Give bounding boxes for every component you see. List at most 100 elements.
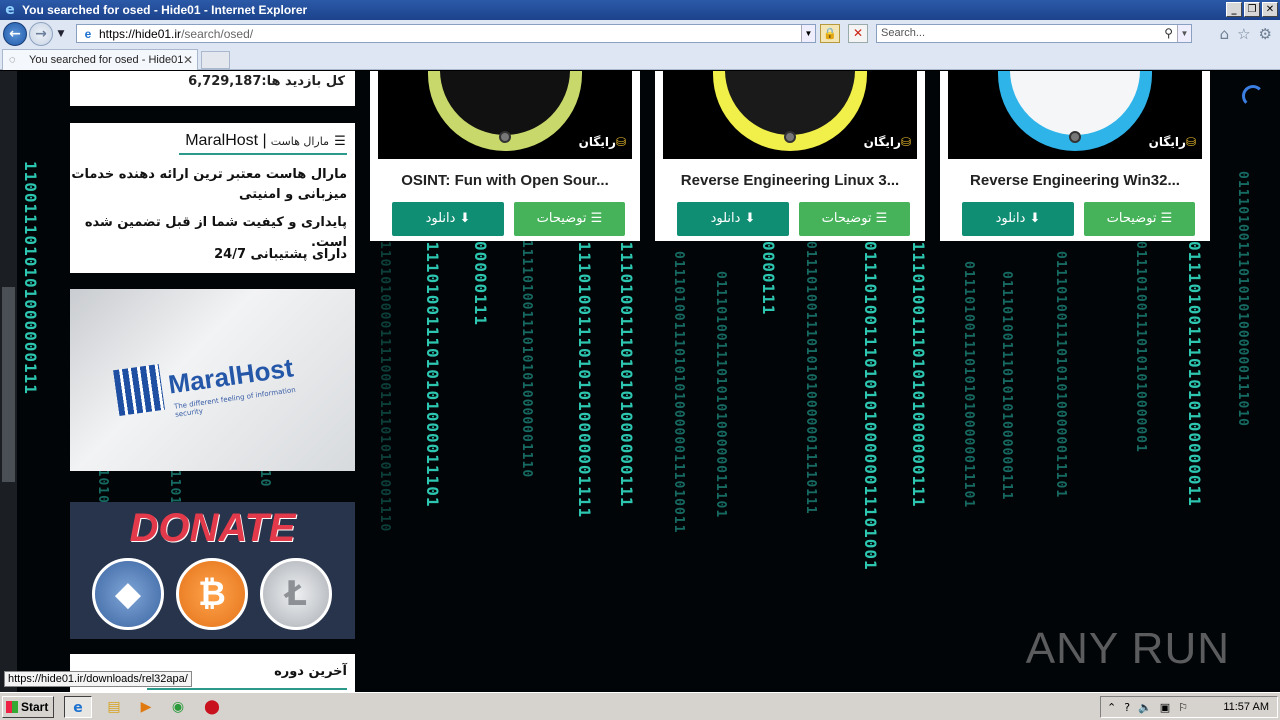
window-controls: _ ❐ ✕ [1226, 2, 1278, 17]
taskbar-chrome-icon[interactable]: ◉ [164, 696, 192, 718]
tab-label: You searched for osed - Hide01 [29, 54, 184, 66]
search-dropdown-icon[interactable]: ▼ [1177, 25, 1191, 42]
taskbar-media-player-icon[interactable]: ▶ [132, 696, 160, 718]
search-input[interactable]: Search... ⚲ ▼ [876, 24, 1192, 43]
scrollbar-thumb[interactable] [2, 287, 15, 482]
address-bar[interactable]: e https://hide01.ir /search/osed/ ▼ [76, 24, 816, 43]
new-tab-button[interactable] [201, 51, 230, 69]
download-button[interactable]: ⬇ دانلود [677, 202, 789, 236]
stop-icon[interactable]: ✕ [848, 24, 868, 43]
taskbar-ie-icon[interactable]: e [64, 696, 92, 718]
donate-title: DONATE [129, 506, 296, 550]
back-button[interactable]: ← [3, 22, 27, 46]
matrix-column: 01110100111010101000000111010 [1235, 171, 1250, 427]
description-button[interactable]: ☰ توضیحات [514, 202, 625, 236]
list-icon: ☰ [1156, 211, 1173, 226]
help-icon[interactable]: ? [1124, 701, 1130, 714]
list-icon: ☰ [334, 133, 346, 149]
page-scrollbar[interactable] [0, 71, 17, 692]
settings-gear-icon[interactable]: ⚙ [1259, 25, 1272, 43]
system-tray: ⌃ ? 🔈 ▣ ⚐ 11:57 AM [1100, 696, 1278, 718]
clock: 11:57 AM [1223, 701, 1269, 713]
taskbar: Start e ▤ ▶ ◉ ⬤ ⌃ ? 🔈 ▣ ⚐ 11:57 AM [0, 692, 1280, 720]
forward-button[interactable]: → [29, 22, 53, 46]
matrix-column: 0111010011101010100000011101001 [861, 241, 880, 571]
windows-logo-icon [6, 701, 18, 713]
matrix-column: 01110100111010101000011101 [423, 231, 442, 508]
list-icon: ☰ [871, 211, 888, 226]
download-button[interactable]: ⬇ دانلود [962, 202, 1074, 236]
shield-bolt [499, 131, 511, 143]
free-badge: ⛁رایگان [1149, 135, 1196, 149]
course-title[interactable]: OSINT: Fun with Open Sour... [370, 172, 640, 189]
free-badge-label: رایگان [1148, 135, 1186, 149]
address-dropdown-icon[interactable]: ▼ [801, 25, 815, 42]
course-image[interactable]: ⛁رایگان [948, 71, 1202, 159]
minimize-button[interactable]: _ [1226, 2, 1242, 17]
matrix-column: 0111010011101010100000011101 [713, 271, 728, 519]
toolbar-icons: ⌂ ☆ ⚙ [1220, 25, 1272, 43]
donate-banner[interactable]: DONATE ◆ ₿ Ł [70, 502, 355, 639]
matrix-column: 0111010011101010100000011110111 [803, 241, 818, 515]
recent-pages-dropdown[interactable]: ▼ [55, 29, 67, 39]
description-button-label: توضیحات [536, 211, 587, 226]
matrix-column: 00000111 [471, 241, 490, 327]
course-card: ⛁رایگان Reverse Engineering Linux 3... ☰… [655, 71, 925, 241]
free-badge: ⛁رایگان [579, 135, 626, 149]
download-button[interactable]: ⬇ دانلود [392, 202, 504, 236]
matrix-column: 0111101001110101010000001110 [519, 231, 534, 479]
network-icon[interactable]: ▣ [1160, 701, 1170, 714]
matrix-column: 1100111010101000000111 [21, 161, 40, 395]
tray-expand-icon[interactable]: ⌃ [1107, 701, 1116, 714]
course-title[interactable]: Reverse Engineering Win32... [940, 172, 1210, 189]
course-title[interactable]: Reverse Engineering Linux 3... [655, 172, 925, 189]
course-image[interactable]: ⛁رایگان [663, 71, 917, 159]
coins-icon: ⛁ [1185, 135, 1196, 149]
tab-active[interactable]: ◌ You searched for osed - Hide01 ✕ [2, 49, 198, 70]
close-window-button[interactable]: ✕ [1262, 2, 1278, 17]
home-icon[interactable]: ⌂ [1220, 25, 1230, 43]
maralhost-ad-banner[interactable]: MaralHost The different feeling of infor… [70, 289, 355, 471]
lock-icon[interactable]: 🔒 [820, 24, 840, 43]
maralhost-widget: ☰ مارال هاست MaralHost | مارال هاست معتب… [70, 123, 355, 273]
volume-icon[interactable]: 🔈 [1138, 701, 1152, 714]
matrix-column: 0000111 [759, 241, 778, 316]
coins-icon: ⛁ [900, 135, 911, 149]
matrix-column: 0111010011101010100000011101 [961, 261, 976, 509]
restore-button[interactable]: ❐ [1244, 2, 1260, 17]
tab-close-icon[interactable]: ✕ [183, 53, 193, 67]
search-placeholder: Search... [881, 27, 926, 39]
flag-icon[interactable]: ⚐ [1178, 701, 1188, 714]
download-icon: ⬇ [1025, 211, 1041, 226]
description-button-label: توضیحات [821, 211, 872, 226]
url-host: https://hide01.ir [99, 26, 182, 41]
start-button[interactable]: Start [2, 696, 54, 718]
favorites-star-icon[interactable]: ☆ [1237, 25, 1250, 43]
visits-counter-box: کل بازدید ها:6,729,187 [70, 71, 355, 106]
download-button-label: دانلود [995, 211, 1026, 226]
litecoin-icon: Ł [260, 558, 332, 630]
taskbar-explorer-icon[interactable]: ▤ [100, 696, 128, 718]
description-button-label: توضیحات [1106, 211, 1157, 226]
search-icon[interactable]: ⚲ [1164, 25, 1173, 42]
description-button[interactable]: ☰ توضیحات [1084, 202, 1195, 236]
coins-icon: ⛁ [615, 135, 626, 149]
matrix-column: 01110100111010101000000111 [909, 231, 928, 508]
free-badge: ⛁رایگان [864, 135, 911, 149]
widget-text-1: مارال هاست معتبر ترین ارائه دهنده خدمات … [71, 167, 347, 202]
description-button[interactable]: ☰ توضیحات [799, 202, 910, 236]
tab-bar: ◌ You searched for osed - Hide01 ✕ [0, 48, 1280, 70]
free-badge-label: رایگان [578, 135, 616, 149]
course-image[interactable]: ⛁رایگان [378, 71, 632, 159]
matrix-column: 110101000011110001111010101001110 [377, 241, 392, 533]
maralhost-cube-icon [113, 364, 165, 416]
download-button-label: دانلود [425, 211, 456, 226]
navigation-bar: ← → ▼ e https://hide01.ir /search/osed/ … [0, 20, 1280, 48]
course-card: ⛁رایگان Reverse Engineering Win32... ☰ ت… [940, 71, 1210, 241]
taskbar-opera-icon[interactable]: ⬤ [198, 696, 226, 718]
visits-counter: کل بازدید ها:6,729,187 [188, 74, 345, 89]
shield-bolt [784, 131, 796, 143]
maralhost-logo: MaralHost The different feeling of infor… [113, 347, 316, 419]
status-link-tooltip: https://hide01.ir/downloads/rel32apa/ [4, 671, 192, 687]
url-path: /search/osed/ [181, 26, 254, 41]
